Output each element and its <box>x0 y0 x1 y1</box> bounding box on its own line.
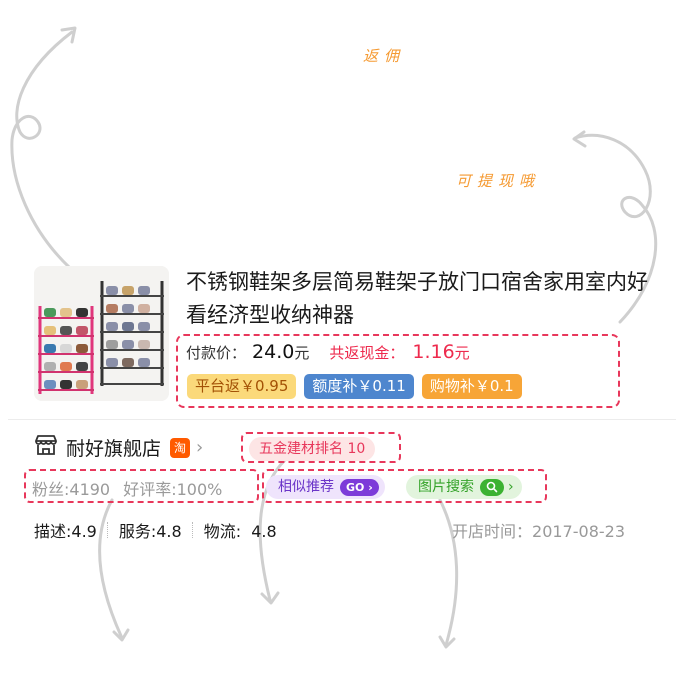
image-search-label: 图片搜索 <box>418 479 474 495</box>
annotation-withdrawable: 可提现哦 <box>456 172 541 190</box>
score-separator <box>191 522 194 538</box>
similar-recommend-label: 相似推荐 <box>278 479 334 495</box>
rebate-tags: 平台返￥0.95 额度补￥0.11 购物补￥0.1 <box>187 374 522 399</box>
store-open-date: 开店时间：2017-08-23 <box>452 518 625 542</box>
shoe-rack-image <box>34 266 169 401</box>
open-date: 2017-08-23 <box>532 522 625 541</box>
similar-recommend-button[interactable]: 相似推荐 GO › <box>266 475 385 499</box>
fans-count: 粉丝:4190 <box>32 480 111 499</box>
score-logistics: 物流: 4.8 <box>203 522 277 541</box>
pay-label: 付款价： <box>186 344 247 362</box>
pay-unit: 元 <box>294 344 310 362</box>
product-title[interactable]: 不锈钢鞋架多层简易鞋架子放门口宿舍家用室内好看经济型收纳神器 <box>186 266 666 332</box>
divider <box>8 419 676 420</box>
arrow-top-right-head <box>572 130 587 148</box>
annotation-rebate: 返佣 <box>363 47 406 65</box>
store-name: 耐好旗舰店 <box>66 438 162 460</box>
go-label: GO <box>346 480 365 494</box>
chevron-right-icon: › <box>196 437 204 458</box>
rebate-unit: 元 <box>454 344 470 362</box>
product-image[interactable] <box>34 266 169 401</box>
go-badge: GO › <box>340 478 379 496</box>
rebate-value: 1.16 <box>412 341 455 363</box>
score-description: 描述:4.9 <box>34 522 97 541</box>
store-header[interactable]: 耐好旗舰店 淘 › <box>34 434 203 461</box>
score-service: 服务:4.8 <box>118 522 182 541</box>
store-stats: 粉丝:4190 好评率:100% <box>32 476 222 500</box>
pay-value: 24.0 <box>252 341 295 363</box>
rebate-label: 共返现金： <box>329 344 405 362</box>
good-rate: 好评率:100% <box>123 480 223 499</box>
taobao-badge: 淘 <box>170 437 191 458</box>
category-rank-badge[interactable]: 五金建材排名 10 <box>249 437 376 461</box>
quota-subsidy-tag: 额度补￥0.11 <box>304 374 414 399</box>
search-icon <box>480 478 504 496</box>
score-separator <box>106 522 109 538</box>
price-row: 付款价： 24.0 元 共返现金： 1.16 元 <box>186 341 470 363</box>
chevron-right-icon: › <box>508 479 514 495</box>
image-search-button[interactable]: 图片搜索 › <box>406 475 522 499</box>
arrow-top-left <box>10 30 74 270</box>
shopping-subsidy-tag: 购物补￥0.1 <box>421 374 522 399</box>
store-scores: 描述:4.9 服务:4.8 物流: 4.8 <box>34 518 277 542</box>
platform-rebate-tag: 平台返￥0.95 <box>187 374 297 399</box>
store-icon <box>34 434 58 461</box>
open-label: 开店时间： <box>452 522 533 541</box>
